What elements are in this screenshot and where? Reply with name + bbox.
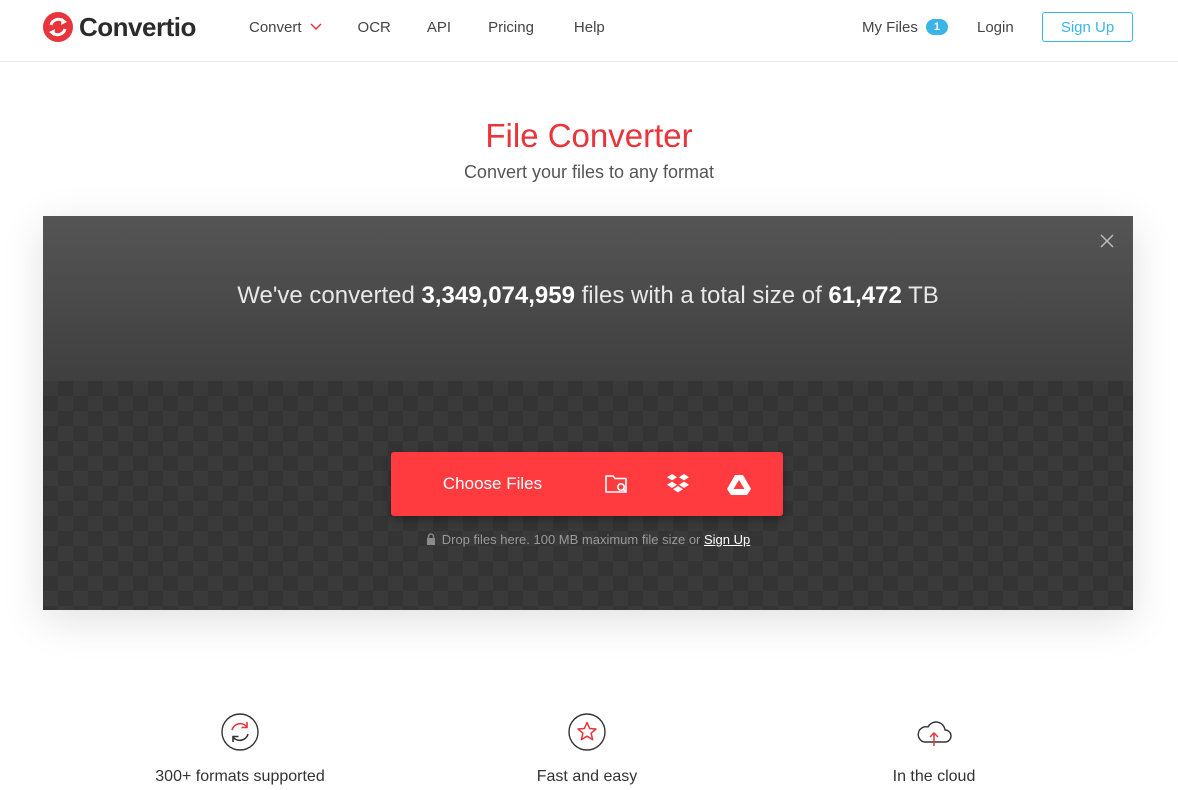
drop-signup-link[interactable]: Sign Up bbox=[704, 532, 750, 547]
star-icon bbox=[568, 713, 606, 751]
refresh-icon bbox=[221, 713, 259, 751]
dropbox-icon[interactable] bbox=[662, 468, 694, 500]
files-converted-count: 3,349,074,959 bbox=[421, 282, 575, 309]
my-files-link[interactable]: My Files 1 bbox=[862, 0, 948, 54]
drop-note-text: Drop files here. 100 MB maximum file siz… bbox=[441, 532, 704, 547]
feature-label: Fast and easy bbox=[536, 768, 638, 785]
nav-ocr[interactable]: OCR bbox=[358, 19, 391, 36]
nav-convert-label: Convert bbox=[249, 18, 302, 36]
drop-files-note: Drop files here. 100 MB maximum file siz… bbox=[43, 532, 1133, 547]
convertio-logo-icon bbox=[43, 12, 73, 42]
logo[interactable]: Convertio bbox=[42, 10, 196, 44]
choose-files-bar: Choose Files bbox=[391, 452, 783, 516]
login-link[interactable]: Login bbox=[977, 0, 1014, 54]
feature-fast: Fast and easy bbox=[457, 712, 717, 786]
google-drive-icon[interactable] bbox=[723, 468, 755, 500]
feature-cloud: In the cloud bbox=[804, 712, 1064, 786]
lock-icon bbox=[426, 533, 435, 545]
main-nav: Convert OCR API Pricing Help bbox=[249, 0, 605, 54]
signup-button[interactable]: Sign Up bbox=[1042, 12, 1133, 42]
stats-suffix: TB bbox=[901, 282, 939, 309]
site-header: Convertio Convert OCR API Pricing Help M… bbox=[0, 0, 1178, 62]
choose-files-button[interactable]: Choose Files bbox=[391, 452, 594, 516]
computer-icon[interactable] bbox=[601, 468, 633, 500]
chevron-down-icon bbox=[310, 23, 322, 31]
nav-convert[interactable]: Convert bbox=[249, 19, 322, 36]
logo-text: Convertio bbox=[79, 11, 196, 42]
page-subtitle: Convert your files to any format bbox=[463, 162, 715, 182]
page-title: File Converter bbox=[485, 117, 693, 154]
feature-label: In the cloud bbox=[892, 768, 976, 785]
stats-prefix: We've converted bbox=[237, 282, 422, 309]
nav-pricing[interactable]: Pricing bbox=[488, 19, 534, 36]
nav-help[interactable]: Help bbox=[574, 19, 605, 36]
stats-middle: files with a total size of bbox=[574, 282, 829, 309]
converter-box: We've converted 3,349,074,959 files with… bbox=[43, 216, 1133, 610]
close-icon[interactable] bbox=[1099, 233, 1115, 249]
nav-api[interactable]: API bbox=[427, 19, 451, 36]
cloud-upload-icon bbox=[917, 721, 952, 746]
conversion-stats: We've converted 3,349,074,959 files with… bbox=[43, 282, 1133, 310]
total-size-value: 61,472 bbox=[828, 282, 902, 309]
feature-formats: 300+ formats supported bbox=[110, 712, 370, 786]
my-files-count-badge: 1 bbox=[925, 19, 948, 35]
feature-label: 300+ formats supported bbox=[155, 768, 325, 785]
my-files-label: My Files bbox=[862, 18, 918, 36]
